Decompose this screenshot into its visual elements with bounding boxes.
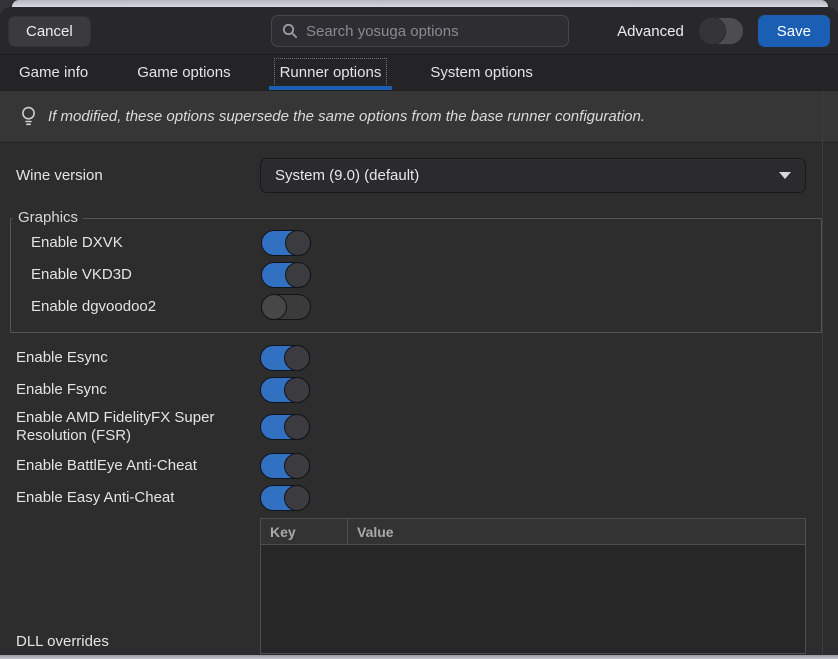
tab-label: System options xyxy=(430,64,533,81)
enable-fsync-toggle[interactable] xyxy=(260,377,310,403)
cancel-button[interactable]: Cancel xyxy=(8,16,91,47)
table-body[interactable] xyxy=(261,545,805,653)
save-button[interactable]: Save xyxy=(758,15,830,47)
toggle-knob xyxy=(261,294,287,320)
advanced-label: Advanced xyxy=(617,23,684,40)
enable-eac-row: Enable Easy Anti-Cheat xyxy=(16,485,838,511)
chevron-down-icon xyxy=(779,172,791,179)
banner-text: If modified, these options supersede the… xyxy=(48,108,645,125)
table-header: Key Value xyxy=(261,519,805,545)
enable-vkd3d-toggle[interactable] xyxy=(261,262,311,288)
search-input[interactable] xyxy=(306,23,558,40)
advanced-toggle[interactable] xyxy=(698,17,744,45)
enable-dgvoodoo2-row: Enable dgvoodoo2 xyxy=(31,294,821,320)
header-bar: Cancel Advanced Save xyxy=(0,7,838,55)
toggle-knob xyxy=(284,377,310,403)
enable-vkd3d-row: Enable VKD3D xyxy=(31,262,821,288)
enable-esync-row: Enable Esync xyxy=(16,345,838,371)
enable-fsync-row: Enable Fsync xyxy=(16,377,838,403)
dll-overrides-table[interactable]: Key Value xyxy=(260,518,806,654)
toggle-knob xyxy=(284,453,310,479)
lightbulb-icon xyxy=(21,106,36,127)
wine-version-dropdown[interactable]: System (9.0) (default) xyxy=(260,158,806,193)
enable-vkd3d-label: Enable VKD3D xyxy=(31,266,261,284)
enable-battleye-label: Enable BattlEye Anti-Cheat xyxy=(16,457,260,475)
tab-label: Runner options xyxy=(280,64,382,81)
tab-label: Game options xyxy=(137,64,230,81)
graphics-group-title: Graphics xyxy=(13,209,83,226)
dll-overrides-row: DLL overrides Key Value xyxy=(16,518,806,654)
search-icon xyxy=(282,23,298,39)
enable-battleye-row: Enable BattlEye Anti-Cheat xyxy=(16,453,838,479)
enable-eac-label: Enable Easy Anti-Cheat xyxy=(16,489,260,507)
options-content: Wine version System (9.0) (default) Grap… xyxy=(0,143,838,654)
wine-version-value: System (9.0) (default) xyxy=(275,167,779,184)
wine-version-row: Wine version System (9.0) (default) xyxy=(16,158,806,193)
toggle-knob xyxy=(285,230,311,256)
enable-fsr-toggle[interactable] xyxy=(260,414,310,440)
enable-eac-toggle[interactable] xyxy=(260,485,310,511)
enable-fsr-row: Enable AMD FidelityFX Super Resolution (… xyxy=(16,409,838,445)
tab-runner-options[interactable]: Runner options xyxy=(269,55,393,90)
tab-game-options[interactable]: Game options xyxy=(126,55,241,90)
toggle-knob xyxy=(284,345,310,371)
enable-dxvk-toggle[interactable] xyxy=(261,230,311,256)
scrollbar-gutter xyxy=(822,90,823,654)
toggle-knob xyxy=(284,414,310,440)
enable-dxvk-label: Enable DXVK xyxy=(31,234,261,252)
tab-label: Game info xyxy=(19,64,88,81)
value-column-header[interactable]: Value xyxy=(348,519,805,544)
key-column-header[interactable]: Key xyxy=(261,519,348,544)
toggle-knob xyxy=(698,17,726,45)
enable-dgvoodoo2-toggle[interactable] xyxy=(261,294,311,320)
enable-battleye-toggle[interactable] xyxy=(260,453,310,479)
dll-overrides-label: DLL overrides xyxy=(16,633,260,654)
search-input-container[interactable] xyxy=(271,15,569,47)
info-banner: If modified, these options supersede the… xyxy=(0,91,838,143)
wine-version-label: Wine version xyxy=(16,167,260,185)
enable-esync-toggle[interactable] xyxy=(260,345,310,371)
enable-fsync-label: Enable Fsync xyxy=(16,381,260,399)
enable-dgvoodoo2-label: Enable dgvoodoo2 xyxy=(31,298,261,316)
enable-fsr-label: Enable AMD FidelityFX Super Resolution (… xyxy=(16,409,260,445)
graphics-group: Graphics Enable DXVK Enable VKD3D Enable… xyxy=(10,218,822,333)
header-actions: Advanced Save xyxy=(617,15,830,47)
tab-system-options[interactable]: System options xyxy=(419,55,544,90)
enable-esync-label: Enable Esync xyxy=(16,349,260,367)
tab-game-info[interactable]: Game info xyxy=(8,55,99,90)
toggle-knob xyxy=(284,485,310,511)
toggle-knob xyxy=(285,262,311,288)
game-configuration-dialog: Cancel Advanced Save Game info Game opti… xyxy=(0,7,838,655)
tab-bar: Game info Game options Runner options Sy… xyxy=(0,55,838,91)
enable-dxvk-row: Enable DXVK xyxy=(31,230,821,256)
